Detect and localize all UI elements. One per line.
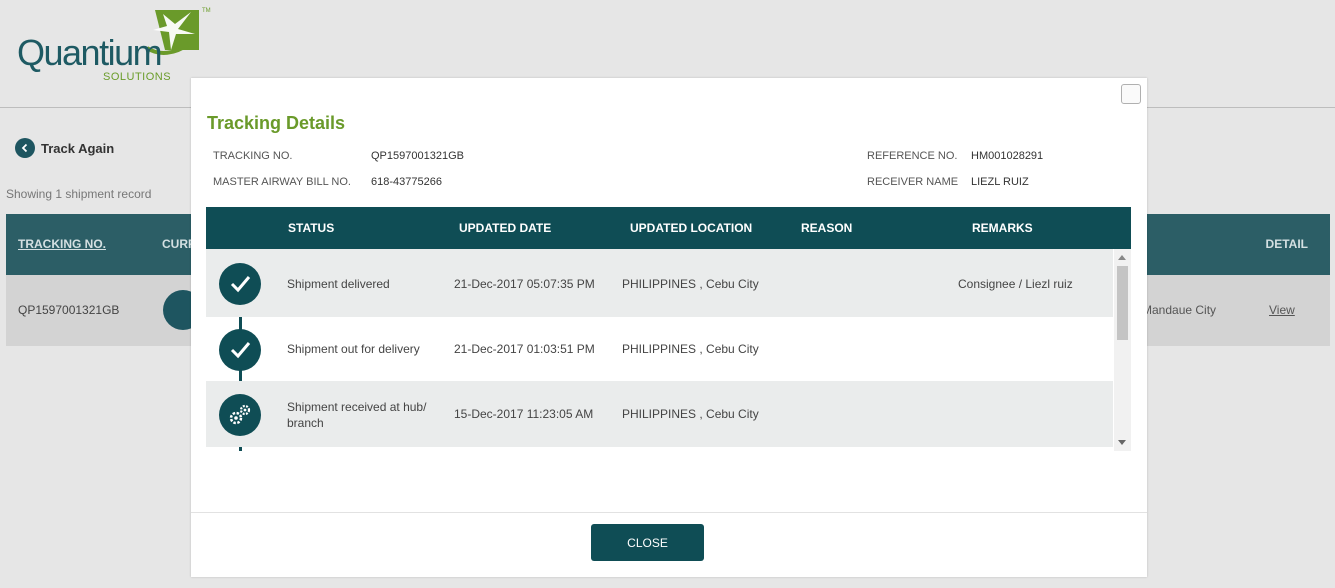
mawb-label: MASTER AIRWAY BILL NO.	[213, 176, 351, 188]
th-tracking-no[interactable]: TRACKING NO.	[18, 237, 106, 251]
tracking-row: Shipment received at hub/ branch 15-Dec-…	[206, 381, 1113, 447]
check-icon	[219, 329, 261, 371]
scroll-down-icon[interactable]	[1118, 440, 1126, 445]
table-scrollbar[interactable]	[1114, 249, 1131, 451]
row-location: PHILIPPINES , Cebu City	[622, 407, 759, 421]
logo-subtitle: SOLUTIONS	[103, 71, 172, 83]
row-status: Shipment out for delivery	[287, 342, 420, 356]
row-status: Shipment delivered	[287, 277, 390, 291]
row-remarks: Consignee / Liezl ruiz	[958, 277, 1073, 291]
track-again-label: Track Again	[41, 140, 115, 156]
mawb-value: 618-43775266	[371, 176, 442, 188]
shipment-count-text: Showing 1 shipment record	[6, 187, 152, 201]
row-date: 15-Dec-2017 11:23:05 AM	[454, 407, 594, 421]
scroll-up-icon[interactable]	[1118, 255, 1126, 260]
col-remarks: REMARKS	[972, 221, 1033, 235]
modal-title: Tracking Details	[207, 113, 346, 133]
col-updated-date: UPDATED DATE	[459, 221, 552, 235]
check-icon	[219, 263, 261, 305]
receiver-name-value: LIEZL RUIZ	[971, 176, 1029, 188]
logo-wordmark: Quantium	[17, 32, 163, 73]
col-updated-location: UPDATED LOCATION	[630, 221, 753, 235]
tracking-details-modal: Tracking Details TRACKING NO. QP15970013…	[191, 78, 1147, 577]
modal-footer-divider	[191, 512, 1147, 513]
scroll-thumb[interactable]	[1117, 266, 1128, 340]
row-location: PHILIPPINES , Cebu City	[622, 342, 759, 356]
gears-icon	[219, 394, 261, 436]
row-status: Shipment received at hub/ branch	[287, 400, 427, 430]
col-status: STATUS	[288, 221, 335, 235]
tracking-table-body[interactable]: Shipment delivered 21-Dec-2017 05:07:35 …	[206, 249, 1131, 451]
row-date: 21-Dec-2017 05:07:35 PM	[454, 277, 595, 291]
view-detail-link[interactable]: View	[1269, 303, 1295, 317]
close-button[interactable]: CLOSE	[591, 524, 704, 561]
logo-tm: TM	[202, 8, 211, 14]
row-date: 21-Dec-2017 01:03:51 PM	[454, 342, 595, 356]
track-again-link[interactable]: Track Again	[15, 138, 114, 158]
td-location: Mandaue City	[1142, 303, 1217, 317]
row-location: PHILIPPINES , Cebu City	[622, 277, 759, 291]
tracking-table-header: STATUS UPDATED DATE UPDATED LOCATION REA…	[206, 207, 1131, 249]
th-detail: DETAIL	[1265, 237, 1308, 251]
quantium-logo: TM Quantium SOLUTIONS	[17, 8, 217, 86]
back-arrow-icon	[15, 138, 35, 158]
tracking-no-value: QP1597001321GB	[371, 150, 464, 162]
td-tracking-no: QP1597001321GB	[18, 303, 120, 317]
reference-no-label: REFERENCE NO.	[867, 150, 958, 162]
reference-no-value: HM001028291	[971, 150, 1044, 162]
modal-close-icon[interactable]	[1121, 84, 1141, 104]
tracking-no-label: TRACKING NO.	[213, 150, 293, 162]
col-reason: REASON	[801, 221, 853, 235]
tracking-row: Shipment out for delivery 21-Dec-2017 01…	[206, 317, 1113, 381]
tracking-row: Shipment delivered 21-Dec-2017 05:07:35 …	[206, 249, 1113, 317]
receiver-name-label: RECEIVER NAME	[867, 176, 959, 188]
